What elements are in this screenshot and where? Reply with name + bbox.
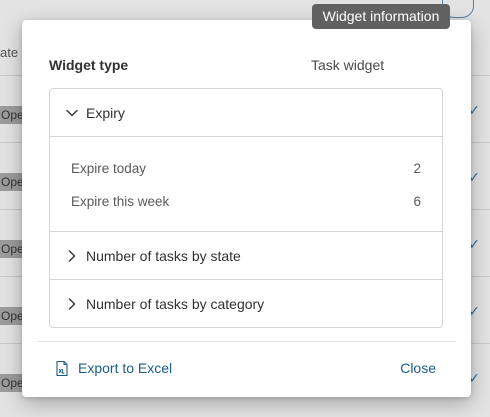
- widget-accordion: Expiry Expire today 2 Expire this week 6…: [49, 88, 443, 328]
- item-label: Expire today: [71, 160, 147, 176]
- chevron-right-icon: [68, 298, 76, 310]
- accordion-panel-expiry: Expire today 2 Expire this week 6: [50, 137, 442, 232]
- status-badge: Ope: [0, 173, 22, 191]
- status-badge: Ope: [0, 374, 22, 392]
- accordion-header-label: Expiry: [86, 104, 125, 121]
- close-button[interactable]: Close: [400, 358, 436, 378]
- tooltip-widget-information: Widget information: [312, 4, 450, 29]
- accordion-header-label: Number of tasks by state: [86, 247, 241, 264]
- accordion-header-expiry[interactable]: Expiry: [50, 89, 442, 137]
- list-item: Expire today 2: [71, 158, 421, 178]
- accordion-header-tasks-by-category[interactable]: Number of tasks by category: [50, 280, 442, 327]
- status-badge: Ope: [0, 307, 22, 325]
- chevron-down-icon: [66, 109, 78, 116]
- accordion-header-tasks-by-state[interactable]: Number of tasks by state: [50, 232, 442, 280]
- status-badge: Ope: [0, 106, 22, 124]
- status-badge: Ope: [0, 240, 22, 258]
- item-label: Expire this week: [71, 193, 170, 209]
- column-header-state: ate: [0, 45, 19, 60]
- footer-divider: [37, 341, 456, 342]
- accordion-header-label: Number of tasks by category: [86, 296, 265, 312]
- list-item: Expire this week 6: [71, 191, 421, 211]
- item-value: 6: [413, 193, 421, 209]
- widget-type-row: Widget type Task widget: [49, 57, 444, 77]
- widget-type-label: Widget type: [49, 57, 129, 73]
- export-to-excel-label: Export to Excel: [78, 360, 173, 376]
- item-value: 2: [413, 160, 421, 176]
- widget-info-dialog: Widget type Task widget Expiry Expire to…: [22, 20, 471, 397]
- chevron-right-icon: [68, 249, 76, 262]
- widget-type-value: Task widget: [311, 57, 385, 73]
- excel-file-icon: [56, 360, 68, 376]
- export-to-excel-button[interactable]: Export to Excel: [54, 358, 172, 378]
